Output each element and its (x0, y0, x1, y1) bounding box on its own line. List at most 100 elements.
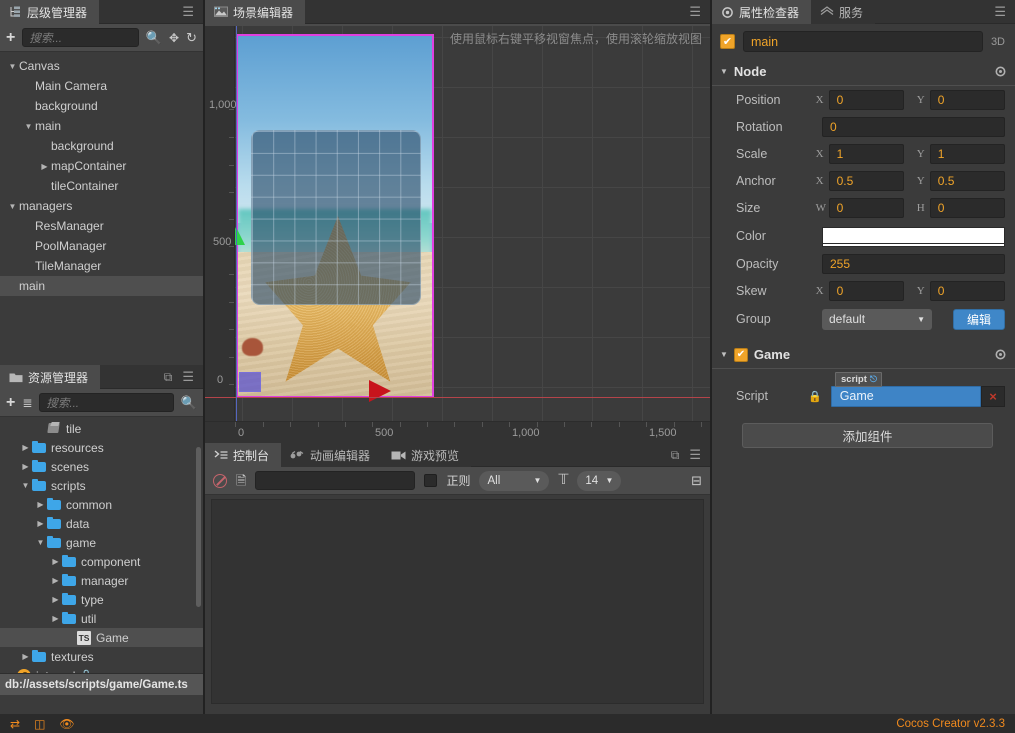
chevron-down-icon[interactable] (22, 122, 35, 131)
asset-item[interactable]: scenes (0, 457, 203, 476)
script-value-field[interactable]: Game (830, 385, 981, 407)
log-level-dropdown[interactable]: All ▼ (479, 470, 550, 491)
tab-console[interactable]: 控制台 (205, 443, 282, 467)
sync-icon[interactable]: ⇄ (10, 718, 20, 730)
hamburger-icon[interactable]: ☰ (689, 448, 701, 461)
asset-item[interactable]: manager (0, 571, 203, 590)
hamburger-icon[interactable]: ☰ (689, 5, 701, 18)
eye-icon[interactable]: 👁 (59, 718, 74, 730)
hierarchy-node[interactable]: Main Camera (0, 76, 203, 96)
property-input-y[interactable]: 0 (929, 280, 1005, 301)
node-enabled-checkbox[interactable]: ✔ (720, 34, 735, 49)
tab-services[interactable]: 服务 (811, 0, 876, 24)
chevron-right-icon[interactable] (19, 462, 32, 471)
tab-scene-editor[interactable]: 场景编辑器 (205, 0, 306, 24)
popout-icon[interactable]: ⧉ (671, 449, 680, 461)
hierarchy-node[interactable]: background (0, 136, 203, 156)
property-input-x[interactable]: 0 (828, 89, 904, 110)
chevron-down-icon[interactable] (6, 62, 19, 71)
node-name-input[interactable]: main (743, 31, 983, 52)
property-input-y[interactable]: 1 (929, 143, 1005, 164)
assets-scrollbar[interactable] (196, 447, 201, 607)
chevron-right-icon[interactable] (49, 614, 62, 623)
file-icon[interactable]: 🗎 (236, 474, 246, 487)
search-icon[interactable]: 🔍 (146, 31, 162, 44)
property-input[interactable]: 0 (822, 116, 1005, 137)
gizmo-x-axis-arrow[interactable] (369, 380, 391, 402)
collapse-icon[interactable]: ⊟ (691, 474, 702, 487)
hierarchy-node[interactable]: main (0, 116, 203, 136)
add-asset-button[interactable]: + (6, 394, 15, 411)
search-icon[interactable]: 🔍 (181, 396, 197, 409)
regex-checkbox[interactable] (424, 474, 438, 487)
property-input-x[interactable]: 0 (828, 280, 904, 301)
chevron-right-icon[interactable] (49, 557, 62, 566)
hierarchy-node[interactable]: TileManager (0, 256, 203, 276)
hierarchy-node[interactable]: background (0, 96, 203, 116)
chevron-right-icon[interactable] (34, 519, 47, 528)
property-input-x[interactable]: 0.5 (828, 170, 904, 191)
color-swatch[interactable] (822, 227, 1005, 244)
chevron-right-icon[interactable] (38, 162, 51, 171)
remove-script-button[interactable]: × (981, 385, 1005, 407)
hamburger-icon[interactable]: ☰ (182, 370, 194, 383)
console-filter-input[interactable] (255, 471, 416, 490)
asset-item[interactable]: tile (0, 419, 203, 438)
script-type-badge[interactable]: script ⎋ (835, 372, 882, 387)
console-log-area[interactable] (211, 499, 704, 704)
component-section-header[interactable]: ▼ ✔ Game (712, 342, 1015, 369)
asset-item[interactable]: scripts (0, 476, 203, 495)
chevron-down-icon[interactable] (34, 538, 47, 547)
property-input-x[interactable]: 1 (828, 143, 904, 164)
node-section-header[interactable]: ▼ Node (712, 59, 1015, 86)
database-icon[interactable]: ◫ (34, 718, 45, 730)
refresh-icon[interactable]: ↻ (186, 31, 197, 44)
property-input-y[interactable]: 0 (929, 89, 1005, 110)
add-node-button[interactable]: + (6, 29, 15, 46)
scene-viewport[interactable]: 使用鼠标右键平移视窗焦点，使用滚轮缩放视图 1,000 500 0 0 500 … (205, 26, 710, 443)
gear-icon[interactable] (994, 65, 1007, 78)
chevron-down-icon[interactable] (19, 481, 32, 490)
hamburger-icon[interactable]: ☰ (994, 5, 1006, 18)
chevron-down-icon[interactable] (6, 202, 19, 211)
hamburger-icon[interactable]: ☰ (182, 5, 194, 18)
tab-hierarchy[interactable]: 层级管理器 (0, 0, 100, 24)
tab-game-preview[interactable]: 游戏预览 (382, 443, 472, 467)
chevron-right-icon[interactable] (19, 443, 32, 452)
property-input-y[interactable]: 0.5 (929, 170, 1005, 191)
popout-icon[interactable]: ⧉ (164, 371, 173, 383)
gear-icon[interactable] (994, 348, 1007, 361)
map-grid-panel[interactable] (251, 130, 421, 305)
property-input-x[interactable]: 0 (828, 197, 904, 218)
hierarchy-node[interactable]: ResManager (0, 216, 203, 236)
hierarchy-node[interactable]: tileContainer (0, 176, 203, 196)
property-input-y[interactable]: 0 (929, 197, 1005, 218)
tab-assets[interactable]: 资源管理器 (0, 365, 101, 389)
clear-icon[interactable] (213, 473, 227, 488)
font-size-dropdown[interactable]: 14 ▼ (577, 470, 622, 491)
asset-item[interactable]: component (0, 552, 203, 571)
chevron-right-icon[interactable] (49, 595, 62, 604)
component-enabled-checkbox[interactable]: ✔ (733, 347, 748, 362)
hierarchy-search-input[interactable]: 搜索... (22, 28, 139, 47)
hierarchy-node[interactable]: managers (0, 196, 203, 216)
asset-item[interactable]: resources (0, 438, 203, 457)
asset-item[interactable]: type (0, 590, 203, 609)
chevron-right-icon[interactable] (19, 652, 32, 661)
3d-toggle-label[interactable]: 3D (991, 36, 1007, 48)
assets-search-input[interactable]: 搜索... (39, 393, 174, 412)
asset-item[interactable]: util (0, 609, 203, 628)
locate-icon[interactable]: ✥ (169, 32, 179, 44)
tab-inspector[interactable]: 属性检查器 (712, 0, 812, 24)
hierarchy-node[interactable]: Canvas (0, 56, 203, 76)
hierarchy-node[interactable]: mapContainer (0, 156, 203, 176)
sort-icon[interactable]: ≣ (22, 397, 32, 409)
chevron-right-icon[interactable] (34, 500, 47, 509)
hierarchy-node[interactable]: main (0, 276, 203, 296)
tile-rect[interactable] (239, 372, 261, 392)
font-size-icon[interactable]: 𝕋 (558, 473, 568, 488)
edit-group-button[interactable]: 编辑 (952, 308, 1005, 330)
canvas-node-frame[interactable] (236, 34, 434, 398)
add-component-button[interactable]: 添加组件 (742, 423, 993, 448)
asset-item[interactable]: data (0, 514, 203, 533)
